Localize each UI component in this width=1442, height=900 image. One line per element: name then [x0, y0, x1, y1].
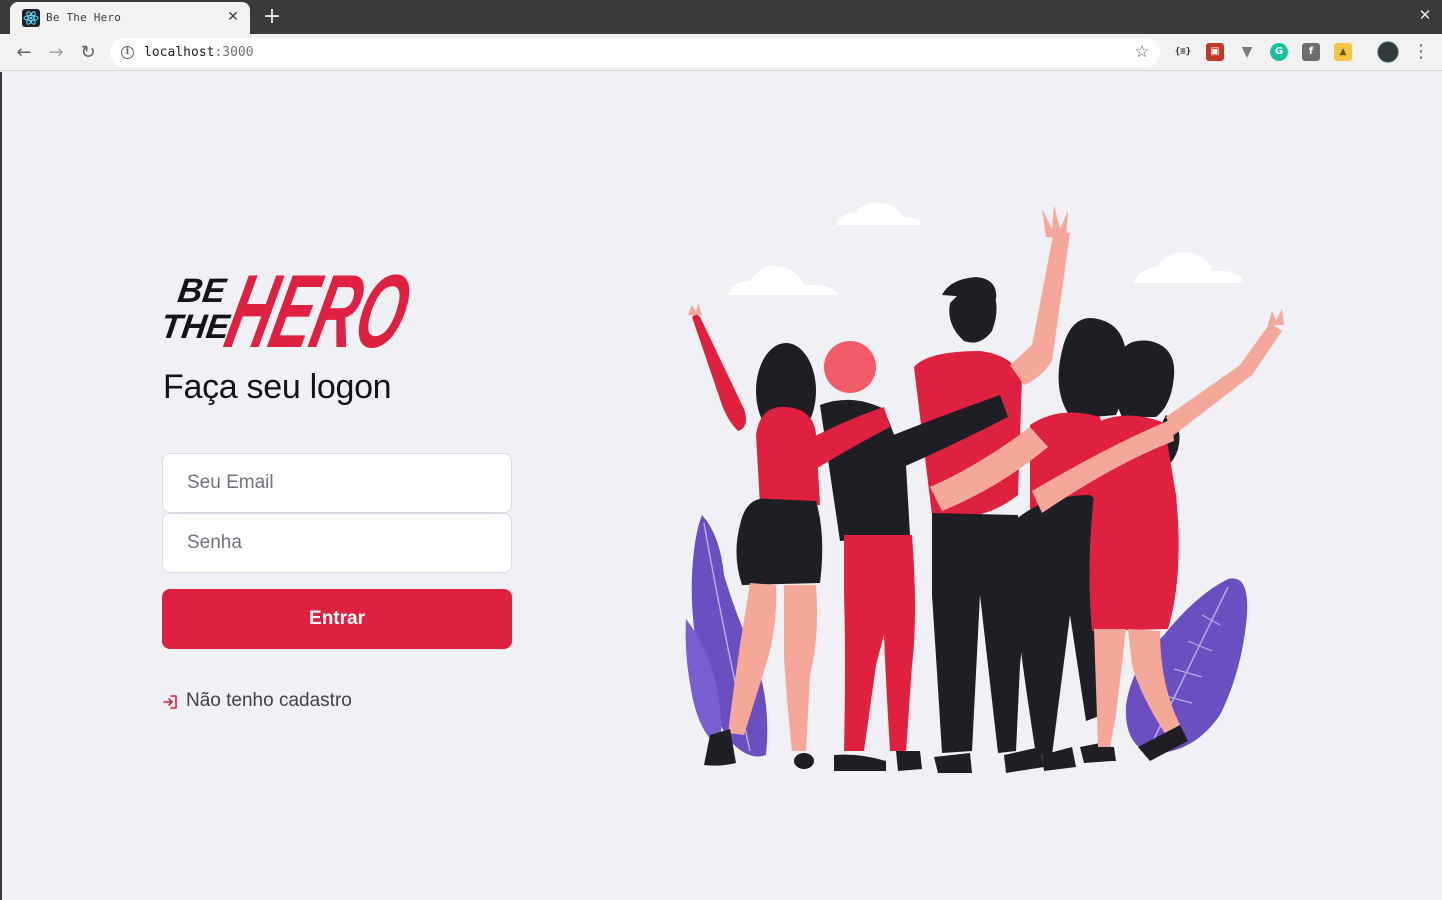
url-port: :3000 — [214, 45, 254, 60]
reload-button[interactable]: ↻ — [76, 41, 100, 65]
password-field[interactable] — [162, 513, 512, 573]
logo-hero: HERO — [216, 253, 420, 365]
new-tab-button[interactable]: + — [260, 5, 284, 29]
red-extension-icon[interactable]: ▣ — [1206, 43, 1224, 61]
logo-the: THE — [160, 308, 233, 346]
browser-toolbar: ← → ↻ i localhost:3000 ☆ {≡} ▣ ▼ G f ▲ ⋮ — [0, 34, 1442, 71]
password-input[interactable] — [163, 514, 511, 572]
react-icon — [22, 9, 40, 27]
star-icon[interactable]: ☆ — [1132, 42, 1152, 62]
grammarly-icon[interactable]: G — [1270, 43, 1288, 61]
register-link[interactable]: Não tenho cadastro — [162, 690, 352, 712]
heroes-illustration — [685, 202, 1284, 773]
json-extension-icon[interactable]: {≡} — [1174, 43, 1192, 61]
close-tab-icon[interactable]: ✕ — [224, 8, 242, 26]
tab-title: Be The Hero — [46, 11, 122, 24]
info-icon[interactable]: i — [121, 46, 134, 59]
email-field[interactable] — [162, 453, 512, 513]
lock-extension-icon[interactable]: ▲ — [1334, 43, 1352, 61]
url-host: localhost — [144, 45, 215, 60]
url-text[interactable]: localhost:3000 — [144, 45, 254, 60]
address-bar[interactable]: i localhost:3000 ☆ — [110, 38, 1160, 67]
page-title: Faça seu logon — [163, 368, 392, 406]
be-the-hero-logo: BE THE HERO — [160, 253, 420, 365]
vue-devtools-icon[interactable]: ▼ — [1238, 43, 1256, 61]
login-icon — [163, 695, 177, 709]
forward-button[interactable]: → — [44, 41, 68, 65]
browser-tab[interactable]: Be The Hero ✕ — [10, 2, 250, 34]
browser-tabbar: Be The Hero ✕ + ✕ — [0, 0, 1442, 34]
register-link-text: Não tenho cadastro — [186, 690, 352, 711]
window-close-button[interactable]: ✕ — [1416, 6, 1434, 24]
logo-be: BE — [176, 272, 230, 310]
menu-icon[interactable]: ⋮ — [1412, 41, 1430, 63]
back-button[interactable]: ← — [12, 41, 36, 65]
profile-avatar[interactable] — [1377, 41, 1399, 63]
login-button[interactable]: Entrar — [162, 589, 512, 649]
window-edge — [0, 72, 2, 900]
facebook-extension-icon[interactable]: f — [1302, 43, 1320, 61]
email-input[interactable] — [163, 454, 511, 512]
